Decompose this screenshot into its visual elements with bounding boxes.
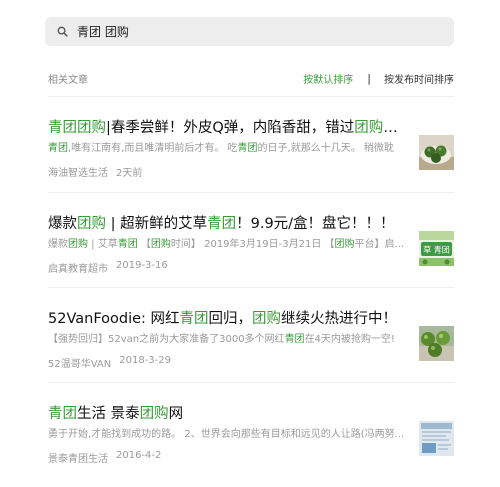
article-item[interactable]: 52VanFoodie: 网红青团回归，团购继续火热进行中！ 【强势回归】52v… bbox=[48, 287, 454, 381]
article-summary: 爆款团购 | 艾草青团 【团购时间】 2019年3月19日-3月21日 【团购平… bbox=[48, 235, 408, 250]
text-segment: 的日子,就那么十几天。 稍微耽 bbox=[257, 143, 394, 154]
text-segment: ！9.9元/盒！盘它！！！ bbox=[236, 216, 395, 232]
text-segment: | 超新鲜的艾草 bbox=[106, 216, 208, 232]
text-segment: | 艾草 bbox=[88, 239, 118, 250]
article-summary: 青团,唯有江南有,而且唯清明前后才有。 吃青团的日子,就那么十几天。 稍微耽 bbox=[48, 139, 408, 154]
highlighted-keyword: 团购 bbox=[252, 311, 282, 327]
green-balls-image bbox=[419, 326, 454, 361]
article-meta: 景泰青团生活 2016-4-2 bbox=[48, 450, 161, 465]
article-thumbnail[interactable] bbox=[419, 421, 454, 456]
highlighted-keyword: 青团 bbox=[117, 239, 138, 250]
section-header: 相关文章 按默认排序 | 按发布时间排序 bbox=[48, 70, 454, 86]
text-segment: 【强势回归】52van之前为大家准备了3000多个网红 bbox=[48, 334, 285, 345]
search-icon bbox=[55, 25, 69, 39]
text-segment: 回归， bbox=[208, 311, 253, 327]
article-date: 2天前 bbox=[116, 168, 143, 179]
text-segment: 【 bbox=[137, 239, 151, 250]
article-meta: 52温哥华VAN 2018-3-29 bbox=[48, 355, 171, 370]
text-segment: 在4天内被抢购一空! bbox=[304, 334, 395, 345]
highlighted-keyword: 团购 bbox=[139, 406, 169, 422]
article-source[interactable]: 海油智选生活 bbox=[48, 164, 108, 179]
text-segment: 生活 景泰 bbox=[77, 406, 140, 422]
sort-default-button[interactable]: 按默认排序 bbox=[303, 71, 353, 86]
sort-divider: | bbox=[367, 71, 371, 85]
text-segment: 时间】 2019年3月19日-3月21日 【 bbox=[170, 239, 335, 250]
highlighted-keyword: 团购 bbox=[77, 120, 106, 136]
article-item[interactable]: 青团生活 景泰团购网 勇于开始,才能找到成功的路。 2、世界会向那些有目标和远见… bbox=[48, 382, 454, 476]
highlighted-keyword: 青团 bbox=[284, 334, 305, 345]
highlighted-keyword: 团购 bbox=[354, 120, 384, 136]
qingtuan-plate-image bbox=[419, 135, 454, 170]
article-title[interactable]: 青团生活 景泰团购网 bbox=[48, 402, 408, 423]
article-title[interactable]: 爆款团购 | 超新鲜的艾草青团！9.9元/盒！盘它！！！ bbox=[48, 212, 408, 233]
search-bar[interactable]: 青团 团购 bbox=[45, 17, 454, 46]
text-segment: 爆款 bbox=[48, 239, 68, 250]
article-source[interactable]: 52温哥华VAN bbox=[48, 355, 111, 370]
sort-time-button[interactable]: 按发布时间排序 bbox=[384, 71, 454, 86]
article-source[interactable]: 启真教育超市 bbox=[48, 260, 108, 275]
article-summary: 【强势回归】52van之前为大家准备了3000多个网红青团在4天内被抢购一空! bbox=[48, 330, 408, 345]
highlighted-keyword: 团购 bbox=[334, 239, 355, 250]
article-thumbnail[interactable] bbox=[419, 135, 454, 170]
highlighted-keyword: 青团 bbox=[207, 216, 237, 232]
article-date: 2016-4-2 bbox=[116, 450, 162, 461]
text-segment: 继续火热进行中！ bbox=[281, 311, 398, 327]
highlighted-keyword: 青团 bbox=[48, 143, 68, 154]
article-thumbnail[interactable]: 草 青团 bbox=[419, 231, 454, 266]
article-title[interactable]: 52VanFoodie: 网红青团回归，团购继续火热进行中！ bbox=[48, 307, 408, 328]
article-thumbnail[interactable] bbox=[419, 326, 454, 361]
poster-image bbox=[419, 421, 454, 456]
text-segment: ,唯有江南有,而且唯清明前后才有。 吃 bbox=[68, 143, 238, 154]
highlighted-keyword: 团购 bbox=[150, 239, 171, 250]
highlighted-keyword: 青团 bbox=[237, 143, 258, 154]
article-meta: 海油智选生活 2天前 bbox=[48, 164, 142, 179]
search-input[interactable]: 青团 团购 bbox=[77, 23, 129, 40]
text-segment: 平台】启... bbox=[354, 239, 405, 250]
highlighted-keyword: 团购 bbox=[77, 216, 106, 232]
article-item[interactable]: 爆款团购 | 超新鲜的艾草青团！9.9元/盒！盘它！！！ 爆款团购 | 艾草青团… bbox=[48, 192, 454, 286]
article-title[interactable]: 青团团购|春季尝鲜！外皮Q弹，内陷香甜，错过团购要再... bbox=[48, 116, 408, 137]
article-source[interactable]: 景泰青团生活 bbox=[48, 450, 108, 465]
article-item[interactable]: 青团团购|春季尝鲜！外皮Q弹，内陷香甜，错过团购要再... 青团,唯有江南有,而… bbox=[48, 96, 454, 190]
highlighted-keyword: 青团 bbox=[48, 120, 77, 136]
text-segment: 勇于开始,才能找到成功的路。 2、世界会向那些有目标和远见的人让路(冯两努... bbox=[48, 429, 405, 440]
text-segment: 52VanFoodie: 网红 bbox=[48, 311, 180, 327]
sort-options: 按默认排序 | 按发布时间排序 bbox=[303, 71, 454, 86]
article-summary: 勇于开始,才能找到成功的路。 2、世界会向那些有目标和远见的人让路(冯两努... bbox=[48, 425, 408, 440]
highlighted-keyword: 青团 bbox=[48, 406, 77, 422]
article-date: 2019-3-16 bbox=[116, 260, 168, 271]
highlighted-keyword: 团购 bbox=[68, 239, 88, 250]
article-date: 2018-3-29 bbox=[119, 355, 172, 366]
text-segment: |春季尝鲜！外皮Q弹，内陷香甜，错过 bbox=[106, 120, 355, 136]
thumbnail-caption: 草 青团 bbox=[423, 245, 450, 255]
article-meta: 启真教育超市 2019-3-16 bbox=[48, 260, 168, 275]
text-segment: 网 bbox=[168, 406, 184, 422]
highlighted-keyword: 青团 bbox=[179, 311, 209, 327]
qingtuan-banner-image: 草 青团 bbox=[419, 231, 454, 266]
text-segment: 爆款 bbox=[48, 216, 77, 232]
section-title: 相关文章 bbox=[48, 74, 88, 86]
